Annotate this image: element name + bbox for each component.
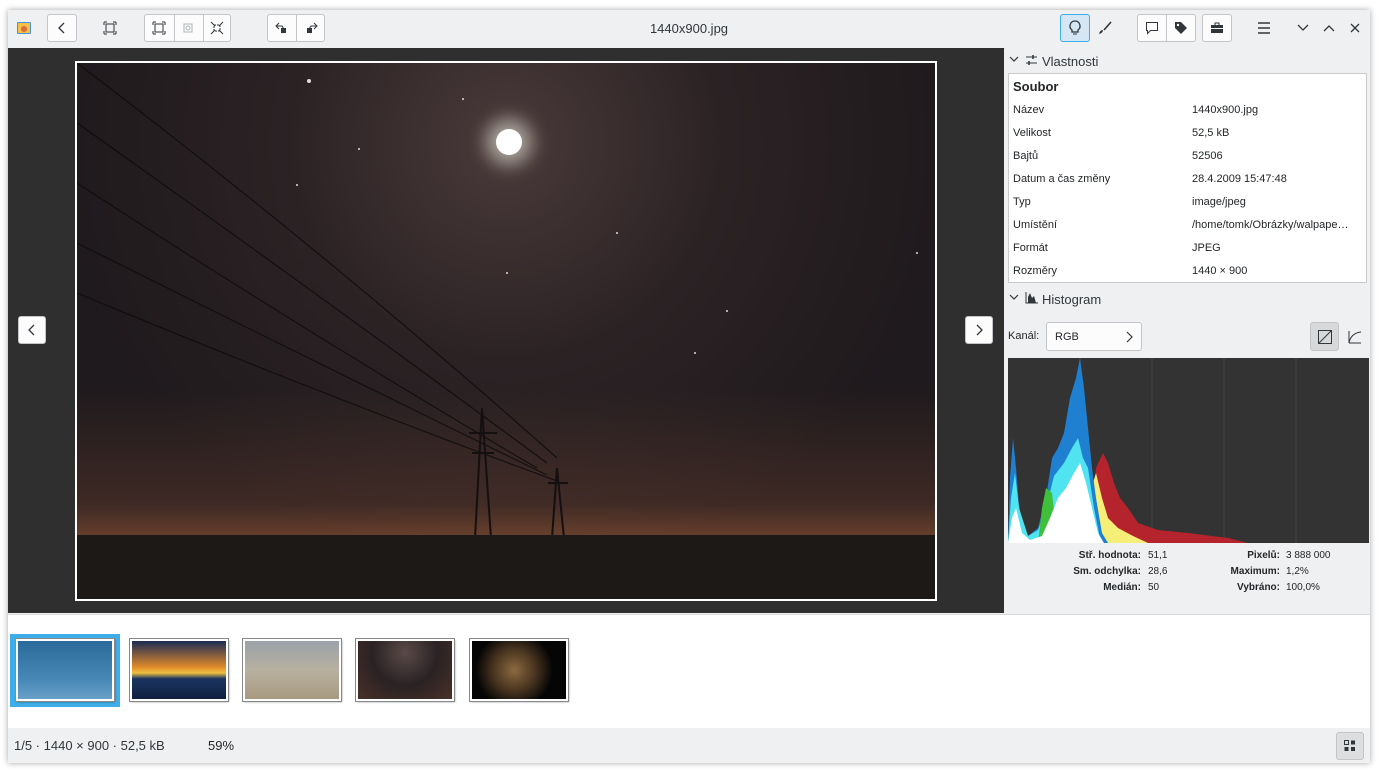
maximize-button[interactable]	[1315, 14, 1343, 42]
chevron-right-icon	[1126, 331, 1133, 343]
stat-selected: Vybráno:	[1237, 582, 1280, 593]
channel-select[interactable]: RGB	[1046, 322, 1142, 351]
property-row: Bajtů 52506	[1013, 150, 1223, 162]
viewer-window: 1440x900.jpg Vlastnosti Soubor Název 144…	[8, 10, 1370, 763]
stat-mean: Stř. hodnota:	[1078, 550, 1141, 561]
stat-maximum: Maximum:	[1230, 566, 1280, 577]
image-info: 1/5 · 1440 × 900 · 52,5 kB	[14, 738, 165, 753]
chevron-down-icon	[1009, 56, 1019, 62]
grid-view-icon	[1344, 740, 1355, 751]
histogram-section-label: Histogram	[1042, 292, 1102, 307]
minimize-button[interactable]	[1289, 14, 1317, 42]
histogram-section-header[interactable]: Histogram	[1005, 288, 1370, 310]
tools-button[interactable]	[1202, 14, 1232, 42]
rotate-left-icon[interactable]	[275, 21, 289, 35]
status-bar: 1/5 · 1440 × 900 · 52,5 kB 59%	[8, 728, 1370, 763]
tag-icon[interactable]	[1174, 21, 1188, 35]
linear-curve-icon	[1317, 329, 1332, 344]
chevron-up-icon	[1323, 25, 1335, 32]
channel-label: Kanál:	[1008, 330, 1040, 342]
back-button[interactable]	[47, 14, 77, 42]
property-row: Velikost 52,5 kB	[1013, 127, 1230, 139]
property-row: Umístění/home/tomk/Obrázky/walpape…	[1013, 219, 1349, 231]
layout-toggle-button[interactable]	[1336, 732, 1364, 760]
info-sidebar: Vlastnosti Soubor Název 1440x900.jpg Veli…	[1005, 48, 1370, 613]
properties-table: Soubor Název 1440x900.jpg Velikost 52,5 kB…	[1008, 73, 1367, 283]
property-row: Rozměry 1440 × 900	[1013, 265, 1248, 277]
toolbar: 1440x900.jpg	[8, 10, 1370, 49]
property-row: Typ image/jpeg	[1013, 196, 1246, 208]
app-icon	[10, 14, 38, 42]
thumbnail-sunset-sea[interactable]	[129, 638, 229, 702]
thumbnail-wolf[interactable]	[469, 638, 569, 702]
chevron-left-icon	[28, 324, 35, 336]
close-button[interactable]	[1341, 14, 1369, 42]
chevron-right-icon	[976, 324, 983, 336]
hamburger-menu-icon	[1258, 22, 1270, 34]
properties-section-label: Vlastnosti	[1042, 54, 1099, 69]
stat-pixels: Pixelů:	[1247, 550, 1280, 561]
info-toggle-button[interactable]	[1060, 14, 1090, 42]
close-icon	[1350, 23, 1360, 33]
zoom-level[interactable]: 59%	[208, 738, 234, 753]
rotate-right-icon[interactable]	[304, 21, 318, 35]
thumbnail-night-sky-blue[interactable]	[15, 638, 115, 702]
menu-button[interactable]	[1250, 14, 1278, 42]
log-curve-icon	[1348, 330, 1361, 343]
sliders-icon	[1026, 55, 1037, 65]
stat-stddev: Sm. odchylka:	[1073, 566, 1141, 577]
thumbnail-night-sky-moon[interactable]	[355, 638, 455, 702]
linear-scale-button[interactable]	[1310, 322, 1339, 351]
stat-median: Medián:	[1103, 582, 1141, 593]
histogram-icon	[1025, 292, 1038, 304]
property-row: Formát JPEG	[1013, 242, 1221, 254]
main-image	[75, 61, 937, 601]
histogram-chart	[1008, 358, 1369, 543]
chevron-down-icon	[1297, 24, 1309, 31]
image-view[interactable]	[8, 48, 1004, 613]
zoom-fit-icon[interactable]	[152, 21, 166, 35]
fullscreen-icon	[103, 21, 117, 35]
zoom-actual-icon[interactable]	[181, 21, 195, 35]
toolbox-icon	[1211, 22, 1223, 33]
zoom-group	[144, 14, 231, 42]
thumbnail-strip	[8, 614, 1370, 729]
lightbulb-icon	[1069, 20, 1081, 35]
edit-button[interactable]	[1091, 14, 1119, 42]
log-scale-button[interactable]	[1340, 322, 1369, 351]
property-row: Název 1440x900.jpg	[1013, 104, 1259, 116]
fullscreen-button[interactable]	[96, 14, 124, 42]
brush-icon	[1099, 21, 1112, 34]
comment-icon[interactable]	[1145, 21, 1159, 35]
thumbnail-horses[interactable]	[242, 638, 342, 702]
chevron-down-icon	[1009, 294, 1019, 300]
next-image-button[interactable]	[965, 316, 993, 344]
file-group-label: Soubor	[1013, 79, 1059, 94]
channel-value: RGB	[1055, 331, 1079, 343]
property-row: Datum a čas změny 28.4.2009 15:47:48	[1013, 173, 1287, 185]
previous-image-button[interactable]	[18, 316, 46, 344]
chevron-left-icon	[58, 22, 65, 34]
zoom-fill-icon[interactable]	[210, 21, 224, 35]
properties-section-header[interactable]: Vlastnosti	[1005, 50, 1370, 72]
